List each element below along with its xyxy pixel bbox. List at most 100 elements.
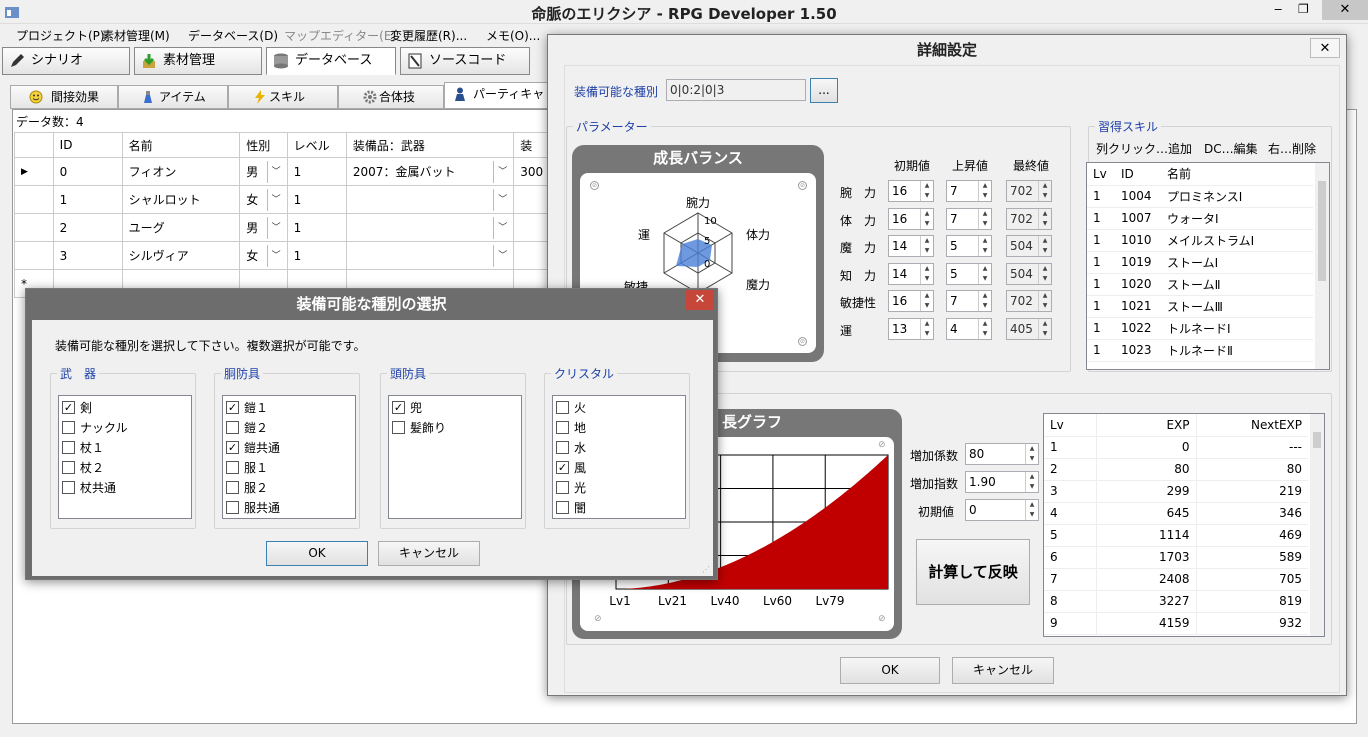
checkbox-empty-icon[interactable] <box>226 481 239 494</box>
cell-id[interactable]: 2 <box>52 213 123 242</box>
tab-indirect-effects[interactable]: 間接効果 <box>10 85 118 109</box>
col-header-sex[interactable]: 性別 <box>239 132 288 158</box>
calculate-apply-button[interactable]: 計算して反映 <box>916 539 1030 605</box>
checkmark-icon[interactable]: ✓ <box>226 401 239 414</box>
table-row[interactable]: 8 3227 819 <box>1044 590 1308 613</box>
table-row[interactable]: ▶ 0 フィオン 男 ﹀ 1 2007：金属バット ﹀ 300 <box>14 157 554 186</box>
checkbox-empty-icon[interactable] <box>62 421 75 434</box>
chevron-down-icon[interactable]: ﹀ <box>493 216 507 239</box>
cell-level[interactable]: 1 <box>286 241 347 270</box>
table-row[interactable]: 1 0 --- <box>1044 436 1308 459</box>
skills-col-lv[interactable]: Lv <box>1087 163 1115 186</box>
cell-name[interactable]: シャルロット <box>121 185 241 214</box>
checkbox-empty-icon[interactable] <box>62 461 75 474</box>
close-button[interactable]: ✕ <box>1322 0 1368 20</box>
spinner-arrows-icon[interactable]: ▲ ▼ <box>920 318 933 339</box>
equip-checkbox[interactable]: ✓ 兜 <box>392 399 422 416</box>
cell-name[interactable]: シルヴィア <box>121 241 241 270</box>
cell-name[interactable]: ユーグ <box>121 213 241 242</box>
list-item[interactable]: 1 1010 メイルストラムⅠ <box>1087 229 1313 252</box>
table-row[interactable]: 6 1703 589 <box>1044 546 1308 569</box>
param-initial-spinner[interactable]: 16 ▲ ▼ <box>888 180 934 202</box>
cell-sex[interactable]: 男 ﹀ <box>239 213 288 242</box>
spinner-arrows-icon[interactable]: ▲ ▼ <box>920 208 933 229</box>
equip-checkbox[interactable]: 鎧２ <box>226 419 268 436</box>
checkbox-empty-icon[interactable] <box>556 501 569 514</box>
equip-checkbox[interactable]: 地 <box>556 419 586 436</box>
tab-party-characters[interactable]: パーティキャ <box>444 82 554 109</box>
col-header-weapon[interactable]: 装備品：武器 <box>345 132 515 158</box>
equip-checkbox[interactable]: ✓ 剣 <box>62 399 92 416</box>
list-item[interactable]: 1 1022 トルネードⅠ <box>1087 317 1313 340</box>
menu-history[interactable]: 変更履歴(R)... <box>390 27 467 44</box>
equip-checkbox[interactable]: 服２ <box>226 479 268 496</box>
checkbox-empty-icon[interactable] <box>62 481 75 494</box>
table-row[interactable]: 1 シャルロット 女 ﹀ 1 ﹀ <box>14 185 554 214</box>
checkbox-empty-icon[interactable] <box>556 481 569 494</box>
chevron-down-icon[interactable]: ﹀ <box>266 160 281 183</box>
minimize-button[interactable]: ‒ <box>1274 2 1288 17</box>
tab-items[interactable]: アイテム <box>118 85 228 109</box>
toolbar-database-button[interactable]: データベース <box>266 47 396 75</box>
table-row[interactable]: 3 299 219 <box>1044 480 1308 503</box>
list-item[interactable]: 1 1004 プロミネンスⅠ <box>1087 185 1313 208</box>
equip-checkbox[interactable]: 服共通 <box>226 499 280 516</box>
param-increase-spinner[interactable]: 7 ▲ ▼ <box>946 207 992 230</box>
col-header-id[interactable]: ID <box>52 132 123 158</box>
equip-checkbox[interactable]: 杖２ <box>62 459 104 476</box>
spinner-arrows-icon[interactable]: ▲ ▼ <box>978 291 991 311</box>
cell-level[interactable]: 1 <box>286 157 347 186</box>
detail-cancel-button[interactable]: キャンセル <box>952 657 1054 684</box>
cell-weapon[interactable]: 2007：金属バット ﹀ <box>345 157 515 186</box>
chevron-down-icon[interactable]: ﹀ <box>266 216 281 239</box>
param-initial-spinner[interactable]: 16 ▲ ▼ <box>888 290 934 312</box>
checkmark-icon[interactable]: ✓ <box>556 461 569 474</box>
exponent-spinner[interactable]: 1.90 ▲ ▼ <box>965 471 1039 493</box>
exp-table[interactable]: Lv EXP NextEXP 1 0 --- 2 80 80 3 299 219 4 645 346 5 11… <box>1043 413 1325 637</box>
spinner-arrows-icon[interactable]: ▲ ▼ <box>1025 500 1038 520</box>
cell-sex[interactable]: 男 ﹀ <box>239 157 288 186</box>
spinner-arrows-icon[interactable]: ▲ ▼ <box>978 208 991 229</box>
col-header-level[interactable]: レベル <box>286 132 347 158</box>
menu-map-editor[interactable]: マップエディター(E) <box>284 27 396 44</box>
cell-sex[interactable]: 女 ﹀ <box>239 185 288 214</box>
col-header-name[interactable]: 名前 <box>121 132 241 158</box>
detail-close-button[interactable]: ✕ <box>1310 38 1340 58</box>
table-row[interactable]: 2 80 80 <box>1044 458 1308 481</box>
cell-name[interactable]: フィオン <box>121 157 241 186</box>
table-row[interactable]: 7 2408 705 <box>1044 568 1308 591</box>
chevron-down-icon[interactable]: ﹀ <box>266 188 281 211</box>
menu-project[interactable]: プロジェクト(P) <box>16 27 105 44</box>
chevron-down-icon[interactable]: ﹀ <box>493 244 507 267</box>
cell-sex[interactable]: 女 ﹀ <box>239 241 288 270</box>
table-row[interactable]: 2 ユーグ 男 ﹀ 1 ﹀ <box>14 213 554 242</box>
checkbox-empty-icon[interactable] <box>556 421 569 434</box>
resize-grip-icon[interactable]: ⋰ <box>702 565 710 574</box>
checkbox-empty-icon[interactable] <box>226 501 239 514</box>
table-row[interactable]: 5 1114 469 <box>1044 524 1308 547</box>
list-item[interactable]: 1 1023 トルネードⅡ <box>1087 339 1313 362</box>
skills-scrollbar[interactable] <box>1315 163 1329 369</box>
param-increase-spinner[interactable]: 5 ▲ ▼ <box>946 262 992 285</box>
equip-checkbox[interactable]: ナックル <box>62 419 128 436</box>
spinner-arrows-icon[interactable]: ▲ ▼ <box>920 291 933 311</box>
exp-init-spinner[interactable]: 0 ▲ ▼ <box>965 499 1039 521</box>
spinner-arrows-icon[interactable]: ▲ ▼ <box>1025 472 1038 492</box>
spinner-arrows-icon[interactable]: ▲ ▼ <box>978 318 991 339</box>
param-initial-spinner[interactable]: 13 ▲ ▼ <box>888 317 934 340</box>
list-item[interactable]: 1 1007 ウォータⅠ <box>1087 207 1313 230</box>
menu-memo[interactable]: メモ(O)... <box>486 27 540 44</box>
equip-ok-button[interactable]: OK <box>266 541 368 566</box>
checkbox-empty-icon[interactable] <box>556 441 569 454</box>
param-increase-spinner[interactable]: 4 ▲ ▼ <box>946 317 992 340</box>
equip-checkbox[interactable]: ✓ 鎧共通 <box>226 439 280 456</box>
cell-weapon[interactable]: ﹀ <box>345 241 515 270</box>
cell-weapon[interactable]: ﹀ <box>345 213 515 242</box>
param-initial-spinner[interactable]: 16 ▲ ▼ <box>888 207 934 230</box>
checkmark-icon[interactable]: ✓ <box>392 401 405 414</box>
chevron-down-icon[interactable]: ﹀ <box>493 188 507 211</box>
skills-list[interactable]: Lv ID 名前 1 1004 プロミネンスⅠ 1 1007 ウォータⅠ 1 1010 メイルストラ… <box>1086 162 1330 370</box>
equip-checkbox[interactable]: 杖１ <box>62 439 104 456</box>
spinner-arrows-icon[interactable]: ▲ ▼ <box>920 236 933 256</box>
exp-scrollbar[interactable] <box>1310 414 1324 636</box>
